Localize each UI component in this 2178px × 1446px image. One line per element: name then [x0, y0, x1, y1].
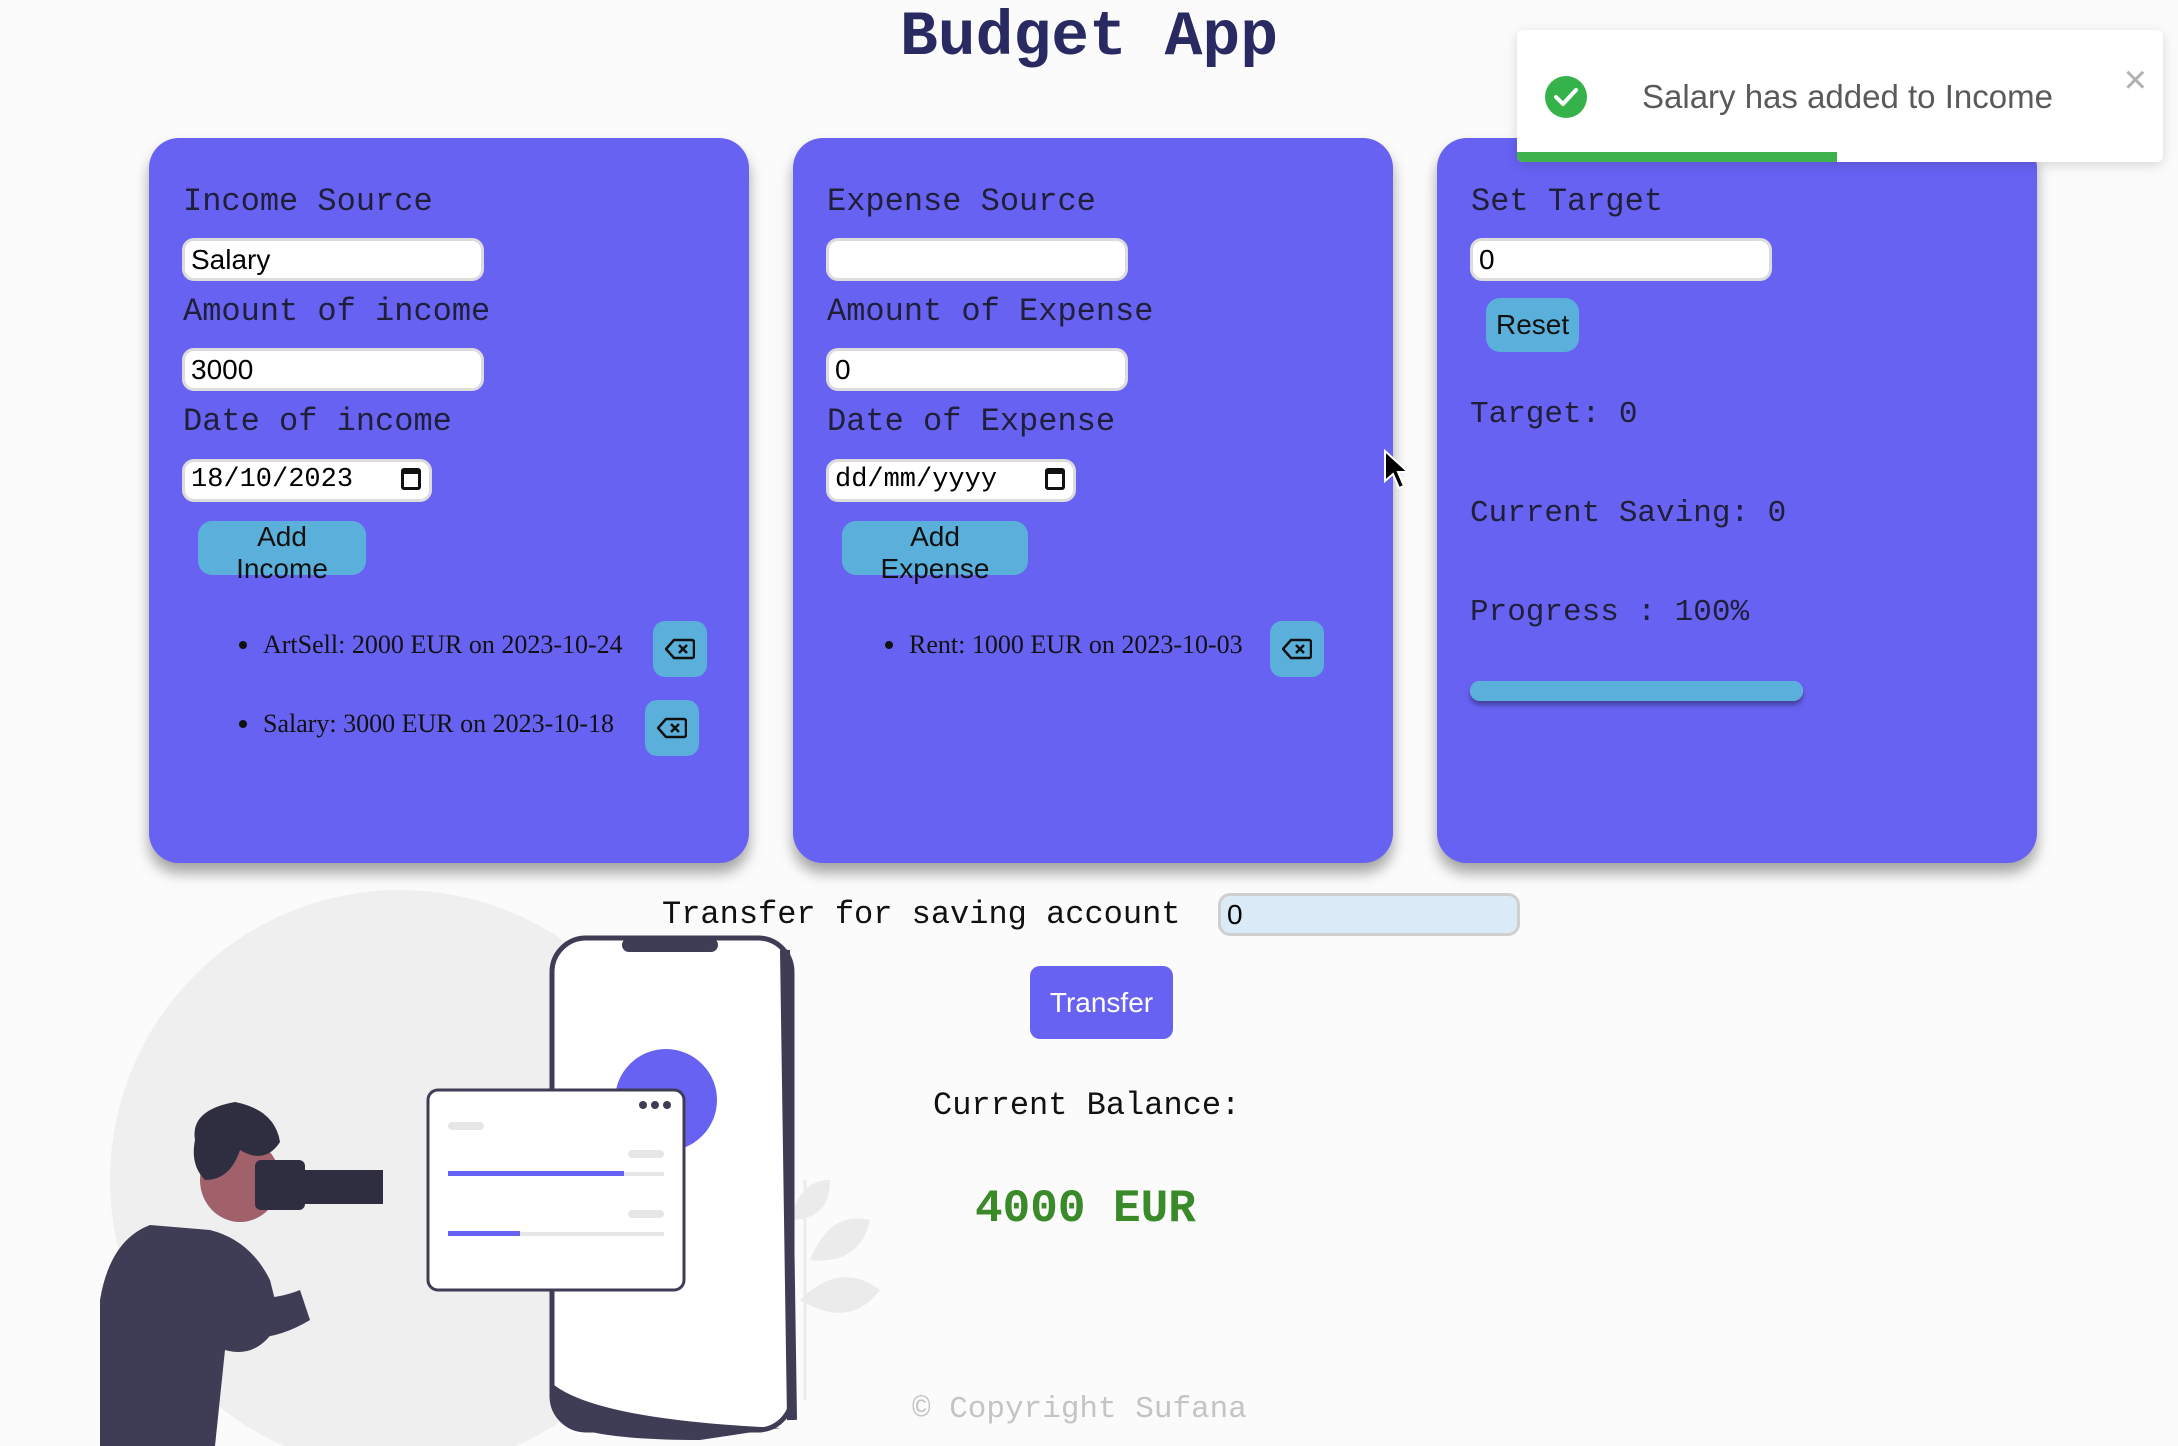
expense-list-item: Rent: 1000 EUR on 2023-10-03: [885, 630, 1243, 660]
expense-date-input[interactable]: dd/mm/yyyy: [826, 459, 1076, 502]
income-amount-label: Amount of income: [183, 293, 491, 330]
backspace-icon: [1282, 638, 1312, 660]
set-target-label: Set Target: [1471, 183, 1664, 220]
bullet: [239, 720, 247, 728]
toast-timer-bar: [1517, 152, 1838, 162]
toast-notification: Salary has added to Income ×: [1517, 30, 2163, 162]
expense-date-label: Date of Expense: [827, 403, 1116, 440]
current-balance-label: Current Balance:: [933, 1087, 1241, 1124]
income-amount-input[interactable]: [182, 348, 484, 391]
income-entry-text: Salary: 3000 EUR on 2023-10-18: [263, 709, 614, 738]
transfer-button[interactable]: Transfer: [1030, 966, 1173, 1039]
expense-amount-input[interactable]: [826, 348, 1128, 391]
income-source-label: Income Source: [183, 183, 433, 220]
footer-copyright: © Copyright Sufana: [912, 1392, 1247, 1427]
transfer-amount-input[interactable]: [1218, 893, 1520, 936]
current-balance-value: 4000 EUR: [975, 1183, 1196, 1235]
calendar-icon[interactable]: [401, 468, 421, 490]
income-source-input[interactable]: [182, 238, 484, 281]
delete-income-button[interactable]: [645, 700, 699, 756]
close-icon[interactable]: ×: [2124, 60, 2147, 100]
check-circle-icon: [1545, 76, 1587, 118]
mouse-cursor-icon: [1384, 449, 1411, 490]
photographer-illustration: [100, 890, 880, 1446]
income-date-value: 18/10/2023: [191, 465, 354, 495]
add-expense-button[interactable]: Add Expense: [842, 521, 1028, 584]
progress-bar: [1470, 681, 1803, 701]
expense-source-label: Expense Source: [827, 183, 1096, 220]
income-date-label: Date of income: [183, 403, 452, 440]
calendar-icon[interactable]: [1045, 468, 1065, 490]
expense-source-input[interactable]: [826, 238, 1128, 281]
current-saving-text: Current Saving: 0: [1470, 496, 1787, 531]
add-income-button[interactable]: Add Income: [198, 521, 366, 584]
delete-expense-button[interactable]: [1270, 621, 1324, 677]
reset-button[interactable]: Reset: [1486, 298, 1579, 352]
backspace-icon: [657, 717, 687, 739]
backspace-icon: [665, 638, 695, 660]
bullet: [885, 641, 893, 649]
expense-card: Expense Source Amount of Expense Date of…: [793, 138, 1393, 863]
target-card: Set Target Reset Target: 0 Current Savin…: [1437, 138, 2037, 863]
expense-amount-label: Amount of Expense: [827, 293, 1154, 330]
toast-message: Salary has added to Income: [1642, 78, 2053, 115]
target-value-text: Target: 0: [1470, 397, 1638, 432]
expense-date-value: dd/mm/yyyy: [835, 465, 998, 495]
transfer-label: Transfer for saving account: [662, 896, 1181, 933]
expense-entry-text: Rent: 1000 EUR on 2023-10-03: [909, 630, 1243, 659]
income-entry-text: ArtSell: 2000 EUR on 2023-10-24: [263, 630, 623, 659]
target-input[interactable]: [1470, 238, 1772, 281]
income-list-item: Salary: 3000 EUR on 2023-10-18: [239, 709, 614, 739]
income-list-item: ArtSell: 2000 EUR on 2023-10-24: [239, 630, 623, 660]
progress-bar-fill: [1470, 681, 1803, 701]
income-date-input[interactable]: 18/10/2023: [182, 459, 432, 502]
progress-text: Progress : 100%: [1470, 595, 1750, 630]
income-card: Income Source Amount of income Date of i…: [149, 138, 749, 863]
delete-income-button[interactable]: [653, 621, 707, 677]
bullet: [239, 641, 247, 649]
